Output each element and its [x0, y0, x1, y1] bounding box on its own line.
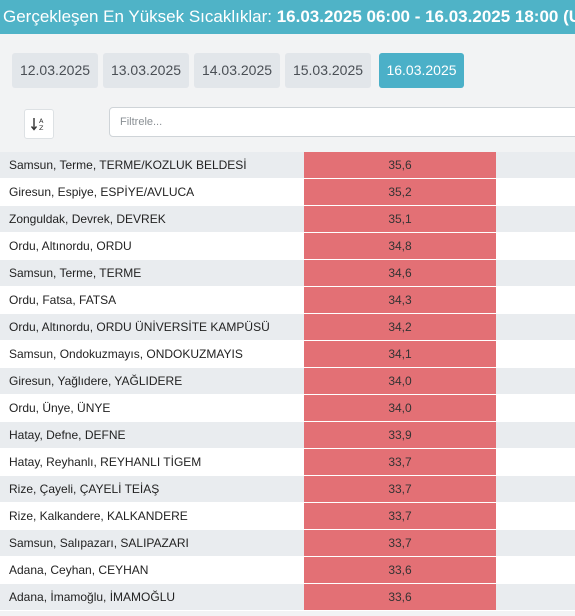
temperature-table: Samsun, Terme, TERME/KOZLUK BELDESİ 35,6… — [0, 152, 575, 611]
station-name: Hatay, Reyhanlı, REYHANLI TİGEM — [0, 449, 304, 475]
temperature-value: 34,2 — [304, 314, 496, 340]
row-spacer — [496, 341, 575, 367]
table-row: Ordu, Fatsa, FATSA 34,3 — [0, 287, 575, 314]
temperature-value: 34,8 — [304, 233, 496, 259]
temperature-value: 35,1 — [304, 206, 496, 232]
station-name: Ordu, Altınordu, ORDU — [0, 233, 304, 259]
tab-15-03-2025[interactable]: 15.03.2025 — [285, 53, 371, 88]
station-name: Hatay, Defne, DEFNE — [0, 422, 304, 448]
table-row: Ordu, Ünye, ÜNYE 34,0 — [0, 395, 575, 422]
station-name: Ordu, Altınordu, ORDU ÜNİVERSİTE KAMPÜSÜ — [0, 314, 304, 340]
temperature-value: 33,7 — [304, 530, 496, 556]
station-name: Samsun, Terme, TERME — [0, 260, 304, 286]
row-spacer — [496, 422, 575, 448]
table-row: Rize, Kalkandere, KALKANDERE 33,7 — [0, 503, 575, 530]
temperature-value: 33,7 — [304, 476, 496, 502]
svg-text:Z: Z — [39, 124, 44, 132]
row-spacer — [496, 287, 575, 313]
table-row: Giresun, Espiye, ESPİYE/AVLUCA 35,2 — [0, 179, 575, 206]
station-name: Adana, Ceyhan, CEYHAN — [0, 557, 304, 583]
temperature-value: 33,7 — [304, 449, 496, 475]
header-prefix: Gerçekleşen En Yüksek Sıcaklıklar: — [3, 7, 277, 26]
station-name: Rize, Kalkandere, KALKANDERE — [0, 503, 304, 529]
station-name: Rize, Çayeli, ÇAYELİ TEİAŞ — [0, 476, 304, 502]
header-date-range: 16.03.2025 06:00 - 16.03.2025 18:00 (UTC… — [276, 7, 575, 26]
tab-16-03-2025[interactable]: 16.03.2025 — [379, 53, 464, 88]
row-spacer — [496, 530, 575, 556]
row-spacer — [496, 233, 575, 259]
table-row: Zonguldak, Devrek, DEVREK 35,1 — [0, 206, 575, 233]
station-name: Giresun, Espiye, ESPİYE/AVLUCA — [0, 179, 304, 205]
page-header: Gerçekleşen En Yüksek Sıcaklıklar: 16.03… — [0, 0, 575, 34]
table-row: Rize, Çayeli, ÇAYELİ TEİAŞ 33,7 — [0, 476, 575, 503]
station-name: Samsun, Terme, TERME/KOZLUK BELDESİ — [0, 152, 304, 178]
sort-button[interactable]: A Z — [24, 109, 54, 139]
temperature-value: 34,0 — [304, 395, 496, 421]
station-name: Adana, İmamoğlu, İMAMOĞLU — [0, 584, 304, 610]
row-spacer — [496, 557, 575, 583]
table-row: Hatay, Reyhanlı, REYHANLI TİGEM 33,7 — [0, 449, 575, 476]
table-row: Samsun, Terme, TERME/KOZLUK BELDESİ 35,6 — [0, 152, 575, 179]
toolbar: A Z — [0, 102, 575, 146]
row-spacer — [496, 179, 575, 205]
temperature-value: 34,0 — [304, 368, 496, 394]
temperature-value: 33,9 — [304, 422, 496, 448]
station-name: Samsun, Ondokuzmayıs, ONDOKUZMAYIS — [0, 341, 304, 367]
station-name: Ordu, Fatsa, FATSA — [0, 287, 304, 313]
row-spacer — [496, 314, 575, 340]
row-spacer — [496, 503, 575, 529]
temperature-value: 33,6 — [304, 557, 496, 583]
row-spacer — [496, 260, 575, 286]
temperature-value: 34,3 — [304, 287, 496, 313]
row-spacer — [496, 476, 575, 502]
table-row: Ordu, Altınordu, ORDU ÜNİVERSİTE KAMPÜSÜ… — [0, 314, 575, 341]
table-row: Hatay, Defne, DEFNE 33,9 — [0, 422, 575, 449]
temperature-value: 35,2 — [304, 179, 496, 205]
row-spacer — [496, 206, 575, 232]
temperature-value: 33,7 — [304, 503, 496, 529]
table-row: Giresun, Yağlıdere, YAĞLIDERE 34,0 — [0, 368, 575, 395]
row-spacer — [496, 395, 575, 421]
station-name: Zonguldak, Devrek, DEVREK — [0, 206, 304, 232]
filter-input[interactable] — [109, 107, 575, 137]
row-spacer — [496, 449, 575, 475]
table-row: Adana, İmamoğlu, İMAMOĞLU 33,6 — [0, 584, 575, 611]
temperature-value: 33,6 — [304, 584, 496, 610]
sort-ascending-icon: A Z — [30, 117, 44, 132]
station-name: Giresun, Yağlıdere, YAĞLIDERE — [0, 368, 304, 394]
tab-13-03-2025[interactable]: 13.03.2025 — [103, 53, 189, 88]
station-name: Samsun, Salıpazarı, SALIPAZARI — [0, 530, 304, 556]
row-spacer — [496, 368, 575, 394]
tab-14-03-2025[interactable]: 14.03.2025 — [194, 53, 280, 88]
row-spacer — [496, 584, 575, 610]
table-row: Samsun, Terme, TERME 34,6 — [0, 260, 575, 287]
table-row: Samsun, Ondokuzmayıs, ONDOKUZMAYIS 34,1 — [0, 341, 575, 368]
content-panel: 12.03.2025 13.03.2025 14.03.2025 15.03.2… — [0, 34, 575, 616]
station-name: Ordu, Ünye, ÜNYE — [0, 395, 304, 421]
tab-12-03-2025[interactable]: 12.03.2025 — [12, 53, 98, 88]
temperature-value: 35,6 — [304, 152, 496, 178]
table-row: Samsun, Salıpazarı, SALIPAZARI 33,7 — [0, 530, 575, 557]
table-row: Ordu, Altınordu, ORDU 34,8 — [0, 233, 575, 260]
table-row: Adana, Ceyhan, CEYHAN 33,6 — [0, 557, 575, 584]
row-spacer — [496, 152, 575, 178]
temperature-value: 34,1 — [304, 341, 496, 367]
temperature-value: 34,6 — [304, 260, 496, 286]
